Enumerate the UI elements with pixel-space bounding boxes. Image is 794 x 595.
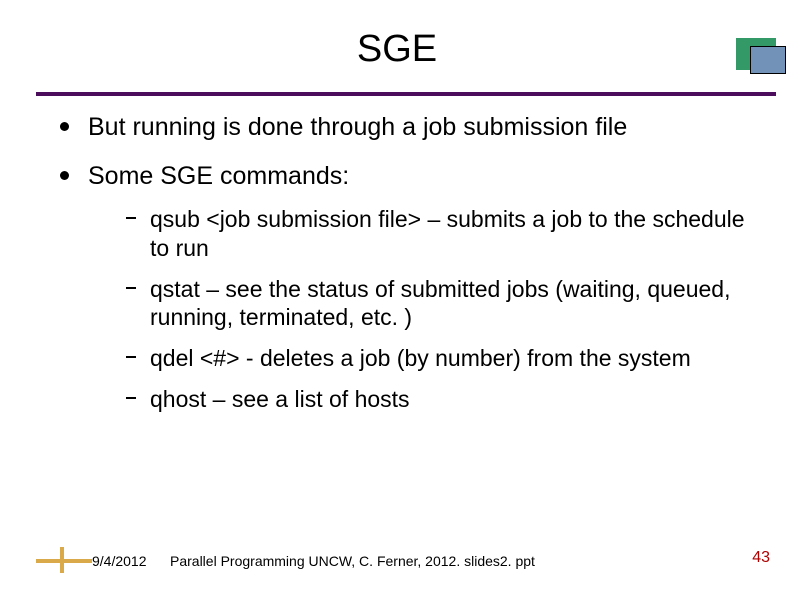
sub-bullet-item: qdel <#> - deletes a job (by number) fro…	[126, 344, 754, 373]
footer-date: 9/4/2012	[92, 553, 147, 569]
bullet-text: But running is done through a job submis…	[88, 113, 627, 141]
content-area: But running is done through a job submis…	[60, 112, 754, 432]
title-underline	[36, 92, 776, 96]
sub-bullet-text: qhost – see a list of hosts	[150, 386, 410, 412]
sub-bullet-text: qsub <job submission file> – submits a j…	[150, 206, 745, 261]
bullet-item: Some SGE commands: qsub <job submission …	[60, 161, 754, 414]
sub-bullet-item: qstat – see the status of submitted jobs…	[126, 275, 754, 333]
sub-bullet-text: qdel <#> - deletes a job (by number) fro…	[150, 345, 691, 371]
deco-rect-front	[750, 46, 786, 74]
sub-list: qsub <job submission file> – submits a j…	[126, 205, 754, 414]
footer: 9/4/2012 Parallel Programming UNCW, C. F…	[0, 549, 794, 573]
corner-decoration	[736, 38, 788, 76]
footer-page-number: 43	[752, 549, 770, 567]
bullet-text: Some SGE commands:	[88, 162, 349, 190]
footer-accent-v	[60, 547, 64, 573]
slide-title: SGE	[0, 28, 794, 71]
sub-bullet-text: qstat – see the status of submitted jobs…	[150, 276, 730, 331]
bullet-item: But running is done through a job submis…	[60, 112, 754, 143]
slide: SGE But running is done through a job su…	[0, 0, 794, 595]
title-area: SGE	[0, 0, 794, 71]
sub-bullet-item: qhost – see a list of hosts	[126, 385, 754, 414]
footer-text: Parallel Programming UNCW, C. Ferner, 20…	[170, 553, 535, 569]
sub-bullet-item: qsub <job submission file> – submits a j…	[126, 205, 754, 263]
footer-accent-h	[36, 559, 92, 563]
